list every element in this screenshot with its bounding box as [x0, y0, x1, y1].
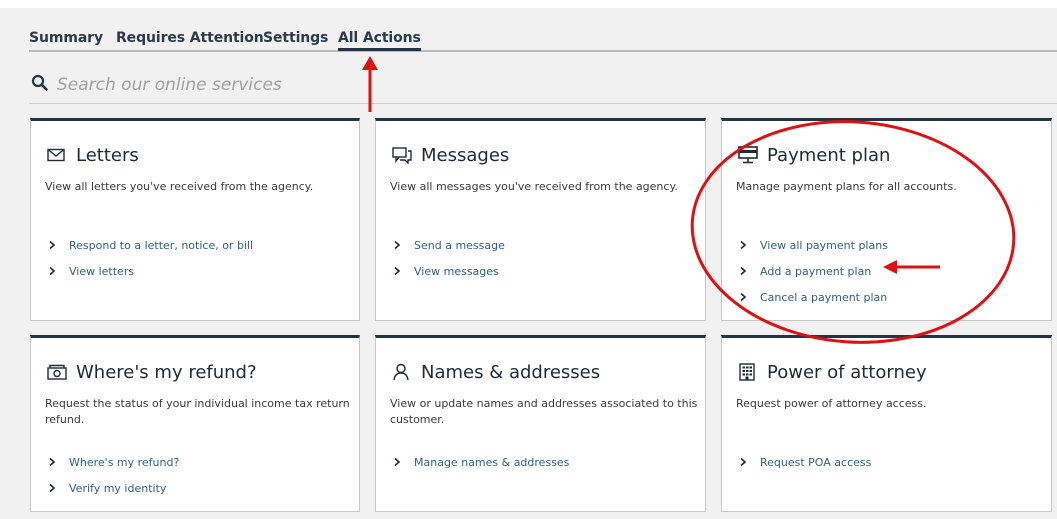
chevron-right-icon [49, 483, 56, 493]
card-power-of-attorney[interactable]: Power of attorney Request power of attor… [721, 335, 1052, 512]
card-title: Where's my refund? [76, 361, 257, 383]
link-send-message[interactable]: Send a message [392, 232, 505, 258]
card-title: Messages [421, 144, 510, 166]
message-icon [392, 146, 412, 164]
card-description: View all letters you've received from th… [45, 180, 314, 193]
card-description: Manage payment plans for all accounts. [736, 180, 957, 193]
card-description: View all messages you've received from t… [390, 180, 678, 193]
card-description: Request the status of your individual in… [45, 397, 350, 426]
card-description: View or update names and addresses assoc… [390, 397, 698, 426]
link-label[interactable]: Verify my identity [69, 482, 166, 495]
tab-bar: Summary Requires Attention Settings All … [29, 30, 1057, 52]
tab-all-actions[interactable]: All Actions [338, 30, 421, 51]
card-links: Where's my refund? Verify my identity [47, 449, 179, 501]
link-label[interactable]: View messages [414, 265, 499, 278]
chevron-right-icon [394, 266, 401, 276]
chevron-right-icon [740, 240, 747, 250]
link-label[interactable]: Respond to a letter, notice, or bill [69, 239, 253, 252]
card-links: Respond to a letter, notice, or bill Vie… [47, 232, 253, 284]
card-header: Power of attorney [738, 360, 927, 384]
chevron-right-icon [740, 266, 747, 276]
card-links: View all payment plans Add a payment pla… [738, 232, 888, 310]
link-label[interactable]: Manage names & addresses [414, 456, 569, 469]
card-header: Names & addresses [392, 360, 600, 384]
card-wheres-my-refund[interactable]: Where's my refund? Request the status of… [30, 335, 360, 512]
card-links: Send a message View messages [392, 232, 505, 284]
card-messages[interactable]: Messages View all messages you've receiv… [375, 118, 706, 321]
tab-summary[interactable]: Summary [29, 30, 103, 46]
search-input[interactable] [57, 72, 657, 98]
link-label[interactable]: Send a message [414, 239, 505, 252]
link-request-poa-access[interactable]: Request POA access [738, 449, 871, 475]
card-names-addresses[interactable]: Names & addresses View or update names a… [375, 335, 706, 512]
link-view-all-payment-plans[interactable]: View all payment plans [738, 232, 888, 258]
card-links: Manage names & addresses [392, 449, 569, 475]
link-label[interactable]: Add a payment plan [760, 265, 871, 278]
envelope-icon [47, 146, 67, 164]
card-header: Letters [47, 143, 139, 167]
tab-settings[interactable]: Settings [263, 30, 328, 46]
payment-plan-icon [738, 146, 758, 164]
chevron-right-icon [49, 457, 56, 467]
card-payment-plan[interactable]: Payment plan Manage payment plans for al… [721, 118, 1052, 321]
link-label[interactable]: Request POA access [760, 456, 871, 469]
top-strip [0, 0, 1057, 8]
building-icon [738, 363, 758, 381]
link-verify-my-identity[interactable]: Verify my identity [47, 475, 179, 501]
card-letters[interactable]: Letters View all letters you've received… [30, 118, 360, 321]
search-icon[interactable] [31, 74, 49, 92]
link-label[interactable]: View all payment plans [760, 239, 888, 252]
chevron-right-icon [740, 292, 747, 302]
search-bar [29, 72, 1057, 104]
card-header: Where's my refund? [47, 360, 257, 384]
chevron-right-icon [394, 240, 401, 250]
card-title: Names & addresses [421, 361, 601, 383]
card-header: Payment plan [738, 143, 890, 167]
card-description: Request power of attorney access. [736, 397, 927, 410]
card-title: Letters [76, 144, 139, 166]
link-add-payment-plan[interactable]: Add a payment plan [738, 258, 888, 284]
link-wheres-my-refund[interactable]: Where's my refund? [47, 449, 179, 475]
card-title: Power of attorney [767, 361, 927, 383]
card-header: Messages [392, 143, 509, 167]
refund-icon [47, 363, 67, 381]
card-title: Payment plan [767, 144, 891, 166]
chevron-right-icon [49, 266, 56, 276]
link-respond-to-letter[interactable]: Respond to a letter, notice, or bill [47, 232, 253, 258]
link-label[interactable]: Cancel a payment plan [760, 291, 887, 304]
link-view-letters[interactable]: View letters [47, 258, 253, 284]
chevron-right-icon [394, 457, 401, 467]
chevron-right-icon [740, 457, 747, 467]
tab-requires-attention[interactable]: Requires Attention [116, 30, 264, 46]
link-label[interactable]: Where's my refund? [69, 456, 179, 469]
link-manage-names-addresses[interactable]: Manage names & addresses [392, 449, 569, 475]
chevron-right-icon [49, 240, 56, 250]
link-view-messages[interactable]: View messages [392, 258, 505, 284]
card-links: Request POA access [738, 449, 871, 475]
link-cancel-payment-plan[interactable]: Cancel a payment plan [738, 284, 888, 310]
link-label[interactable]: View letters [69, 265, 134, 278]
person-icon [392, 363, 412, 381]
